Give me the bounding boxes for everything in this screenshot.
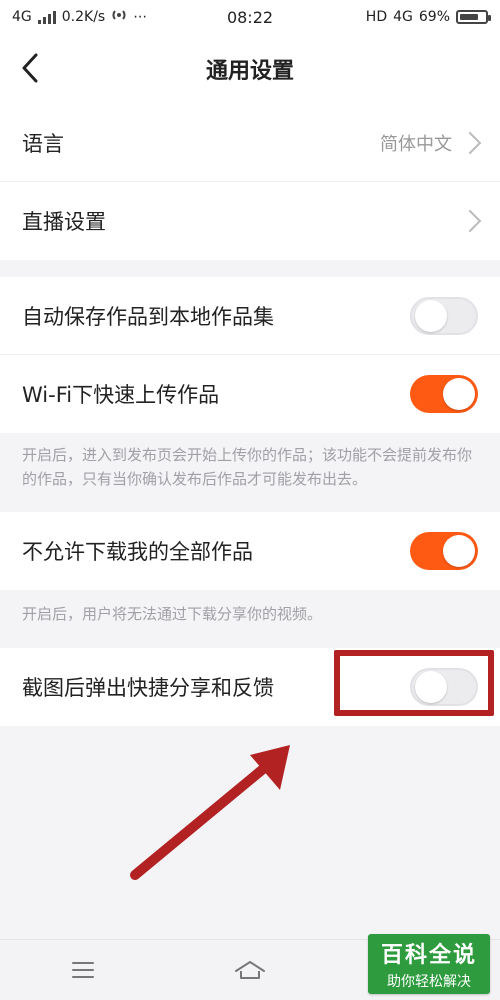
- watermark-title: 百科全说: [380, 943, 477, 968]
- wifi-upload-note: 开启后，进入到发布页会开始上传你的作品；该功能不会提前发布你的作品，只有当你确认…: [0, 433, 500, 505]
- wifi-upload-label: Wi-Fi下快速上传作品: [22, 383, 220, 407]
- settings-group-general: 语言 简体中文 直播设置: [0, 104, 500, 260]
- status-bar: 4G 0.2K/s ⋯ 08:22 HD 4G 69%: [0, 0, 500, 34]
- setting-disallow-download: 不允许下载我的全部作品: [0, 512, 500, 590]
- home-button[interactable]: [220, 950, 280, 990]
- setting-live[interactable]: 直播设置: [0, 182, 500, 260]
- settings-group-download: 不允许下载我的全部作品: [0, 512, 500, 590]
- chevron-right-icon: [458, 131, 482, 154]
- battery-icon: [456, 10, 491, 24]
- autosave-toggle[interactable]: [410, 296, 478, 335]
- live-settings-chevron-area: [458, 209, 482, 233]
- back-button[interactable]: [10, 48, 50, 88]
- wifi-upload-toggle[interactable]: [410, 375, 478, 413]
- screenshot-share-label: 截图后弹出快捷分享和反馈: [22, 676, 274, 700]
- highlight-box: [334, 650, 494, 716]
- settings-group-upload: 自动保存作品到本地作品集 Wi-Fi下快速上传作品: [0, 277, 500, 433]
- live-settings-label: 直播设置: [22, 210, 106, 234]
- menu-button[interactable]: [53, 950, 113, 990]
- setting-language[interactable]: 语言 简体中文: [0, 104, 500, 182]
- setting-wifi-upload: Wi-Fi下快速上传作品: [0, 355, 500, 433]
- page-title: 通用设置: [205, 59, 294, 84]
- disallow-download-note: 开启后，用户将无法通过下载分享你的视频。: [0, 592, 500, 636]
- annotation-arrow-icon: [130, 745, 290, 880]
- language-value: 简体中文: [380, 133, 452, 155]
- setting-autosave: 自动保存作品到本地作品集: [0, 277, 500, 355]
- autosave-label: 自动保存作品到本地作品集: [22, 304, 274, 329]
- toggle-knob: [443, 535, 475, 567]
- watermark-subtitle: 助你轻松解决: [387, 974, 471, 990]
- chevron-left-icon: [22, 53, 38, 83]
- home-icon: [234, 961, 265, 979]
- language-value-area: 简体中文: [380, 130, 482, 156]
- disallow-download-toggle[interactable]: [410, 532, 478, 570]
- watermark: 百科全说 助你轻松解决: [368, 934, 490, 994]
- disallow-download-label: 不允许下载我的全部作品: [22, 540, 253, 564]
- status-time: 08:22: [226, 7, 274, 27]
- toggle-knob: [443, 378, 475, 410]
- language-label: 语言: [22, 131, 64, 156]
- chevron-right-icon: [458, 209, 482, 233]
- app-header: 通用设置: [0, 34, 500, 105]
- toggle-knob: [415, 299, 447, 332]
- menu-icon: [72, 962, 95, 978]
